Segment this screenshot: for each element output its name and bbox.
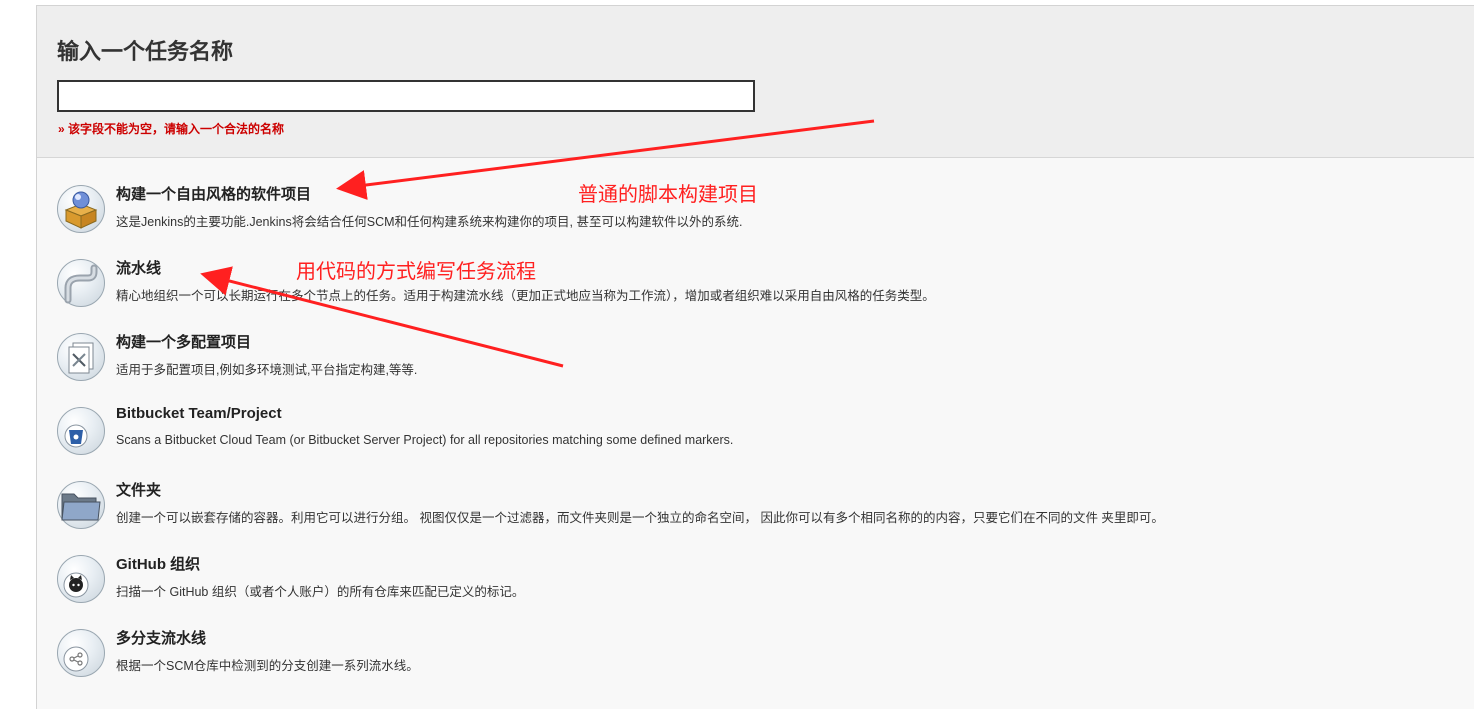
item-description: 扫描一个 GitHub 组织（或者个人账户）的所有仓库来匹配已定义的标记。 — [116, 585, 525, 599]
multi-config-project-icon — [57, 333, 105, 381]
page-title: 输入一个任务名称 — [57, 39, 234, 64]
item-folder[interactable]: 文件夹 创建一个可以嵌套存储的容器。利用它可以进行分组。 视图仅仅是一个过滤器，… — [57, 479, 1357, 539]
item-title: 流水线 — [116, 260, 162, 277]
github-icon — [57, 555, 105, 603]
item-title: GitHub 组织 — [116, 556, 201, 573]
item-name-input[interactable] — [57, 80, 755, 112]
item-title: Bitbucket Team/Project — [116, 405, 282, 422]
item-title: 多分支流水线 — [116, 630, 207, 647]
folder-icon — [57, 481, 105, 529]
pipeline-icon — [57, 259, 105, 307]
annotation-freestyle-note: 普通的脚本构建项目 — [578, 184, 758, 206]
annotation-pipeline-note: 用代码的方式编写任务流程 — [296, 261, 536, 283]
bitbucket-icon — [57, 407, 105, 455]
item-github-organization[interactable]: GitHub 组织 扫描一个 GitHub 组织（或者个人账户）的所有仓库来匹配… — [57, 553, 1357, 613]
item-description: 根据一个SCM仓库中检测到的分支创建一系列流水线。 — [116, 659, 419, 673]
item-description: 精心地组织一个可以长期运行在多个节点上的任务。适用于构建流水线（更加正式地应当称… — [116, 289, 935, 303]
validation-error: » 该字段不能为空，请输入一个合法的名称 — [58, 122, 285, 136]
item-title: 文件夹 — [116, 482, 162, 499]
item-description: 这是Jenkins的主要功能.Jenkins将会结合任何SCM和任何构建系统来构… — [116, 215, 743, 229]
item-name-section: 输入一个任务名称 » 该字段不能为空，请输入一个合法的名称 — [37, 6, 1474, 158]
multibranch-pipeline-icon — [57, 629, 105, 677]
item-title: 构建一个多配置项目 — [116, 334, 252, 351]
item-bitbucket-team-project[interactable]: Bitbucket Team/Project Scans a Bitbucket… — [57, 405, 1357, 465]
item-description: Scans a Bitbucket Cloud Team (or Bitbuck… — [116, 433, 734, 447]
item-pipeline[interactable]: 流水线 精心地组织一个可以长期运行在多个节点上的任务。适用于构建流水线（更加正式… — [57, 257, 1357, 317]
item-multi-config-project[interactable]: 构建一个多配置项目 适用于多配置项目,例如多环境测试,平台指定构建,等等. — [57, 331, 1357, 391]
item-title: 构建一个自由风格的软件项目 — [116, 186, 312, 203]
freestyle-project-icon — [57, 185, 105, 233]
new-item-panel: 输入一个任务名称 » 该字段不能为空，请输入一个合法的名称 构建一个自由风格的软… — [36, 5, 1474, 709]
item-multibranch-pipeline[interactable]: 多分支流水线 根据一个SCM仓库中检测到的分支创建一系列流水线。 — [57, 627, 1357, 687]
item-description: 创建一个可以嵌套存储的容器。利用它可以进行分组。 视图仅仅是一个过滤器，而文件夹… — [116, 511, 1164, 525]
item-description: 适用于多配置项目,例如多环境测试,平台指定构建,等等. — [116, 363, 418, 377]
